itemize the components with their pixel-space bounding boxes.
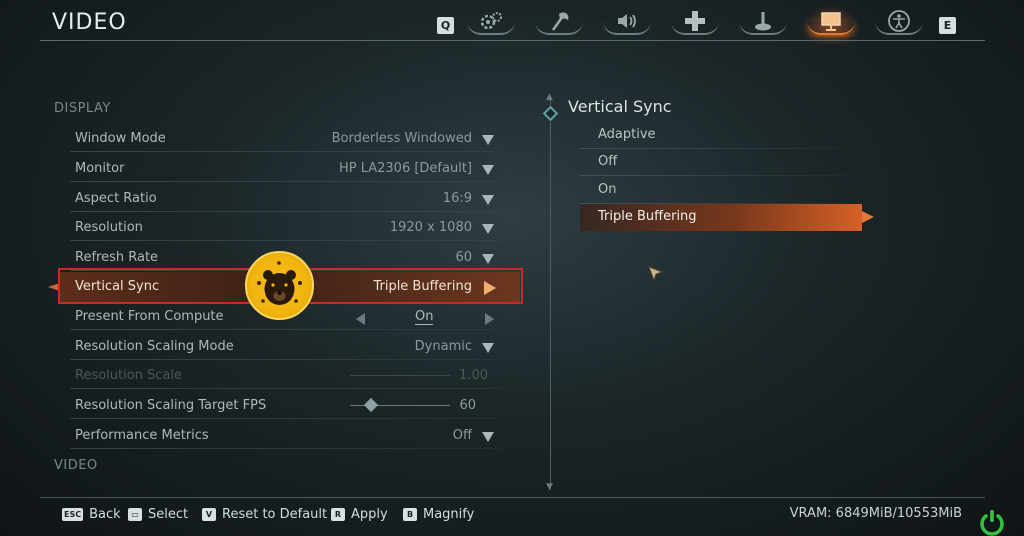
setting-row-performance-metrics[interactable]: Performance Metrics Off: [60, 421, 520, 451]
key-hint: B: [403, 507, 417, 521]
mouse-cursor-icon: [648, 266, 664, 282]
setting-value: 1920 x 1080: [389, 220, 472, 235]
setting-row-aspect-ratio[interactable]: Aspect Ratio 16:9: [60, 184, 520, 214]
prev-tab-key[interactable]: Q: [437, 17, 454, 34]
button-label: Select: [148, 506, 189, 522]
tab-audio[interactable]: [599, 5, 655, 37]
setting-value: Dynamic: [414, 339, 472, 354]
section-video-label: VIDEO: [54, 458, 98, 473]
dropdown-arrow-icon[interactable]: [482, 135, 494, 145]
setting-row-resolution[interactable]: Resolution 1920 x 1080: [60, 213, 520, 243]
dropdown-arrow-icon[interactable]: [482, 254, 494, 264]
gears-icon: [480, 12, 502, 30]
magnify-button[interactable]: B Magnify: [403, 506, 474, 522]
option-label: Adaptive: [598, 127, 656, 142]
tab-accessibility[interactable]: [871, 5, 927, 37]
key-hint: R: [331, 507, 345, 521]
setting-row-monitor[interactable]: Monitor HP LA2306 [Default]: [60, 154, 520, 184]
bear-logo-watermark: [245, 251, 314, 320]
setting-label: Resolution Scaling Mode: [75, 339, 234, 354]
setting-value: 60: [455, 250, 472, 265]
option-label: Off: [598, 154, 618, 169]
option-on[interactable]: On: [580, 177, 850, 204]
setting-row-resolution-scaling-mode[interactable]: Resolution Scaling Mode Dynamic: [60, 332, 520, 362]
section-display-label: DISPLAY: [54, 101, 111, 116]
tab-game[interactable]: [463, 5, 519, 37]
setting-label: Performance Metrics: [75, 428, 209, 443]
footer-divider: [40, 497, 985, 498]
divider-bottom-cap-icon: ▼: [546, 482, 553, 492]
dropdown-arrow-icon[interactable]: [482, 224, 494, 234]
setting-value: 60: [459, 398, 476, 413]
slider-thumb[interactable]: [363, 397, 379, 413]
monitor-icon: [821, 12, 841, 31]
setting-label: Monitor: [75, 161, 125, 176]
header-divider: [40, 40, 985, 41]
page-title: VIDEO: [52, 10, 127, 35]
setting-label: Resolution: [75, 220, 143, 235]
apply-button[interactable]: R Apply: [331, 506, 388, 522]
button-label: Apply: [351, 506, 388, 522]
setting-row-window-mode[interactable]: Window Mode Borderless Windowed: [60, 124, 520, 154]
option-triple-buffering[interactable]: Triple Buffering: [580, 204, 862, 231]
next-tab-key[interactable]: E: [939, 17, 956, 34]
setting-label: Aspect Ratio: [75, 191, 157, 206]
accessibility-icon: [888, 10, 910, 32]
setting-label: Window Mode: [75, 131, 166, 146]
key-hint: V: [202, 507, 216, 521]
tab-gameplay[interactable]: [531, 5, 587, 37]
setting-value: 1.00: [459, 368, 488, 383]
dropdown-arrow-icon[interactable]: [482, 343, 494, 353]
tab-video[interactable]: [803, 5, 859, 37]
option-adaptive[interactable]: Adaptive: [580, 122, 850, 149]
button-label: Back: [89, 506, 121, 522]
toggle-right-icon[interactable]: [485, 313, 494, 325]
detail-title: Vertical Sync: [568, 97, 672, 116]
power-icon: [980, 510, 1004, 536]
option-label: Triple Buffering: [598, 209, 697, 224]
toggle-left-icon[interactable]: [356, 313, 365, 325]
tab-controls[interactable]: [667, 5, 723, 37]
back-button[interactable]: ESC Back: [62, 506, 121, 522]
dpad-icon: [685, 11, 705, 31]
select-button[interactable]: ▭ Select: [128, 506, 188, 522]
setting-value: HP LA2306 [Default]: [338, 161, 472, 176]
key-hint: ESC: [62, 507, 84, 521]
dropdown-arrow-icon[interactable]: [482, 432, 494, 442]
dropdown-arrow-icon[interactable]: [482, 195, 494, 205]
setting-label: Present From Compute: [75, 309, 224, 324]
key-hint: ▭: [128, 507, 142, 521]
joystick-icon: [755, 12, 771, 31]
setting-label: Resolution Scale: [75, 368, 183, 383]
button-label: Reset to Default: [222, 506, 328, 522]
dropdown-arrow-icon[interactable]: [482, 165, 494, 175]
option-label: On: [598, 182, 617, 197]
button-label: Magnify: [423, 506, 475, 522]
setting-label: Refresh Rate: [75, 250, 159, 265]
setting-value: Borderless Windowed: [331, 131, 472, 146]
option-off[interactable]: Off: [580, 149, 850, 176]
tab-controller[interactable]: [735, 5, 791, 37]
setting-row-resolution-scaling-target-fps[interactable]: Resolution Scaling Target FPS 60: [60, 391, 520, 421]
selected-option-arrow-icon: [862, 211, 874, 223]
setting-row-resolution-scale: Resolution Scale 1.00: [60, 361, 520, 391]
header: VIDEO Q E: [0, 0, 1024, 44]
divider-top-cap-icon: ▲: [546, 92, 553, 102]
speaker-icon: [618, 14, 636, 28]
axe-icon: [551, 12, 569, 31]
setting-value: On: [415, 309, 434, 325]
setting-value: 16:9: [442, 191, 472, 206]
setting-label: Resolution Scaling Target FPS: [75, 398, 267, 413]
divider-gem-icon: [542, 105, 559, 122]
panel-divider: [550, 98, 551, 490]
vram-usage: VRAM: 6849MiB/10553MiB: [789, 506, 962, 521]
reset-to-default-button[interactable]: V Reset to Default: [202, 506, 327, 522]
setting-value: Off: [452, 428, 472, 443]
